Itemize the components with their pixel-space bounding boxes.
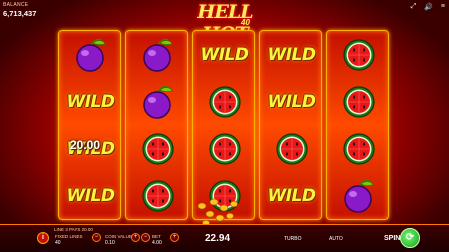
plum-icon [75,38,105,72]
turbo-button[interactable]: TURBO [284,236,302,242]
win-overlay: 20.00 [70,138,101,152]
reel-4: WILD WILD WILD [259,30,322,220]
reel-cell: WILD [59,172,122,219]
line-pays-info: LINE 3 PAYS 20.00 [54,227,93,232]
fixed-lines-label: FIXED LINES [55,234,83,239]
wild-symbol: WILD [267,185,316,206]
fixed-lines-field: FIXED LINES 40 [55,234,83,246]
reels-area: WILD WILD WILD WILD WILD WILD WILD [58,30,389,220]
spin-button[interactable]: ⟳ [400,228,420,248]
watermelon-icon [208,132,241,165]
coin-value-minus-button[interactable]: − [92,233,101,242]
bet-minus-button[interactable]: − [141,233,150,242]
reel-cell: WILD [260,172,323,219]
reel-cell: WILD [193,31,256,78]
reel-5 [326,30,389,220]
reel-cell [193,125,256,172]
logo-number: 40 [241,18,250,27]
plum-icon [142,38,172,72]
bet-label: BET [152,234,161,239]
reel-cell: WILD [260,31,323,78]
reel-cell [327,31,390,78]
reel-cell [327,125,390,172]
watermelon-icon [275,132,308,165]
watermelon-icon [141,132,174,165]
game-logo: HELL HOT 40 [0,0,449,45]
reel-cell [327,78,390,125]
reel-cell [126,172,189,219]
plum-icon [343,179,373,213]
coin-value-label: COIN VALUE [105,234,132,239]
coin-value-field: COIN VALUE 0.10 [105,234,132,246]
spin-label: SPIN [384,235,401,242]
auto-button[interactable]: AUTO [329,236,343,242]
coin-value-plus-button[interactable]: + [131,233,140,242]
reel-cell [126,78,189,125]
reel-1: WILD WILD WILD [58,30,121,220]
watermelon-icon [141,179,174,212]
fixed-lines-value: 40 [55,240,61,246]
reel-cell: WILD [59,78,122,125]
reel-cell [59,31,122,78]
reel-cell [126,125,189,172]
watermelon-icon [208,85,241,118]
watermelon-icon [342,85,375,118]
wild-symbol: WILD [267,44,316,65]
reel-cell [126,31,189,78]
reel-cell [193,78,256,125]
info-icon[interactable]: i [37,232,49,244]
bet-value: 4.00 [152,240,162,246]
reel-cell [327,172,390,219]
wild-symbol: WILD [66,185,115,206]
reel-cell [260,125,323,172]
reel-2 [125,30,188,220]
reel-cell: WILD [260,78,323,125]
bet-field: BET 4.00 [152,234,162,246]
wild-symbol: WILD [267,91,316,112]
watermelon-icon [342,132,375,165]
coin-value-value: 0.10 [105,240,115,246]
wild-symbol: WILD [200,44,249,65]
watermelon-icon [342,38,375,71]
plum-icon [142,85,172,119]
wild-symbol: WILD [66,91,115,112]
total-win-value: 22.94 [205,233,231,244]
bet-plus-button[interactable]: + [170,233,179,242]
reel-3: WILD [192,30,255,220]
